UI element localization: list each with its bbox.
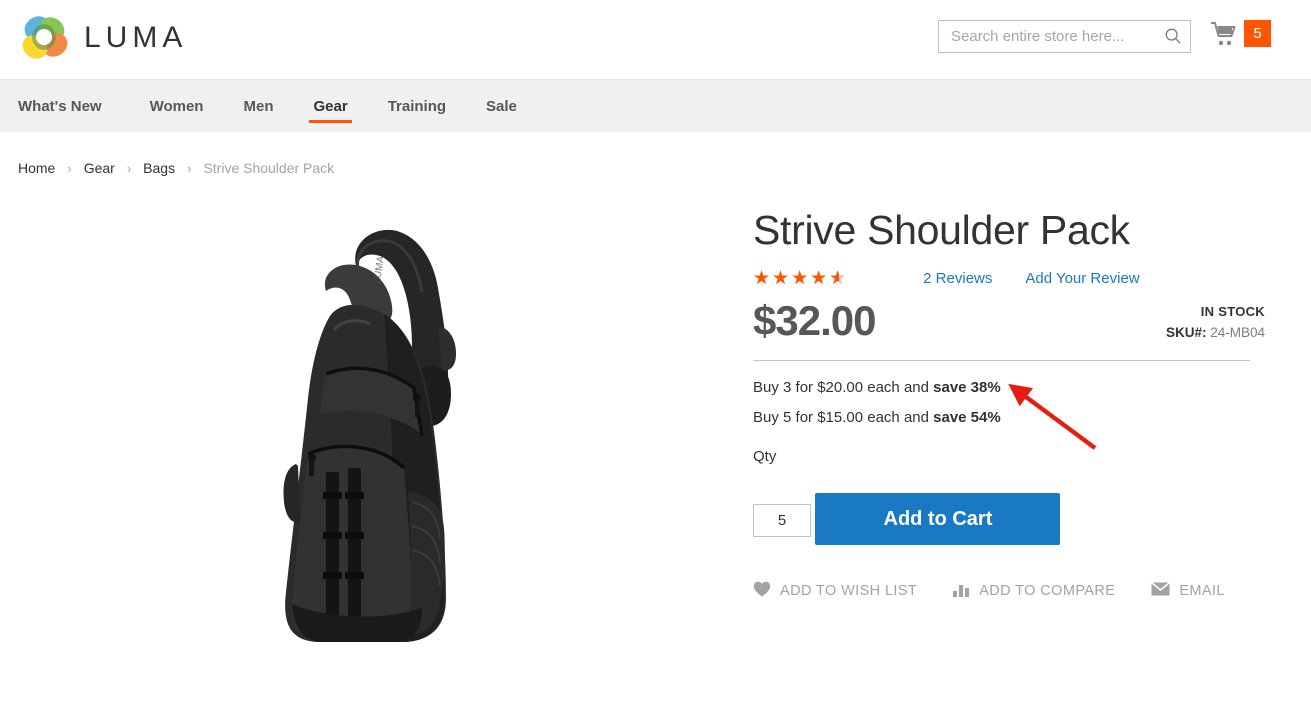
breadcrumb-separator: › (67, 160, 72, 176)
nav-item-whats-new[interactable]: What's New (18, 80, 130, 132)
breadcrumb-item-home[interactable]: Home (18, 160, 55, 176)
shopping-cart-icon[interactable] (1210, 21, 1238, 47)
nav-item-training[interactable]: Training (368, 80, 466, 132)
add-to-wishlist-label: ADD TO WISH LIST (780, 583, 918, 600)
tier-price-row: Buy 3 for $20.00 each and save 38% (753, 379, 1265, 396)
nav-item-women[interactable]: Women (130, 80, 224, 132)
qty-input[interactable] (753, 503, 811, 537)
tier-price-savings: save 54% (933, 409, 1001, 427)
breadcrumb-item-bags[interactable]: Bags (143, 160, 175, 176)
breadcrumb-separator: › (187, 160, 192, 176)
logo-link[interactable]: LUMA (18, 12, 187, 64)
product-sku: SKU#: 24-MB04 (1166, 325, 1265, 340)
cart-count-badge: 5 (1244, 20, 1271, 47)
reviews-count-link[interactable]: 2 Reviews (923, 270, 992, 287)
add-your-review-link[interactable]: Add Your Review (1025, 270, 1139, 287)
product-social-links: ADD TO WISH LIST ADD TO COMPARE EMAIL (753, 581, 1265, 601)
nav-item-sale[interactable]: Sale (466, 80, 537, 132)
site-header: LUMA 5 (0, 0, 1311, 80)
breadcrumb-item-gear[interactable]: Gear (84, 160, 115, 176)
tier-price-savings: save 38% (933, 379, 1001, 397)
product-main: LUMA Strive Shoulder Pack ★★★★★ ★★★★★ 2 … (0, 176, 1311, 656)
compare-bars-icon (953, 582, 970, 601)
email-label: EMAIL (1179, 583, 1225, 600)
tier-price-row: Buy 5 for $15.00 each and save 54% (753, 409, 1265, 426)
tier-price-list: Buy 3 for $20.00 each and save 38% Buy 5… (753, 379, 1265, 426)
add-to-wishlist-button[interactable]: ADD TO WISH LIST (753, 581, 917, 601)
luma-flower-logo (18, 12, 70, 64)
tier-price-text: Buy 5 for $15.00 each and (753, 409, 934, 427)
qty-label: Qty (753, 448, 777, 466)
product-price: $32.00 (753, 297, 876, 345)
search-input[interactable] (938, 20, 1191, 53)
add-to-cart-button[interactable]: Add to Cart (815, 493, 1061, 546)
mini-cart[interactable]: 5 (1210, 20, 1271, 47)
brand-name: LUMA (84, 21, 188, 54)
rating-summary: ★★★★★ ★★★★★ 2 Reviews Add Your Review (753, 269, 1265, 288)
nav-item-gear[interactable]: Gear (293, 80, 367, 132)
page-title: Strive Shoulder Pack (753, 207, 1130, 253)
star-rating[interactable]: ★★★★★ ★★★★★ (753, 269, 848, 288)
section-divider (753, 360, 1250, 362)
sku-label: SKU#: (1165, 325, 1207, 341)
search-box[interactable] (938, 20, 1191, 53)
email-button[interactable]: EMAIL (1151, 581, 1225, 600)
breadcrumb: Home › Gear › Bags › Strive Shoulder Pac… (0, 132, 1311, 176)
breadcrumb-item-current: Strive Shoulder Pack (203, 160, 335, 176)
envelope-icon (1151, 581, 1171, 600)
breadcrumb-separator: › (126, 160, 132, 176)
product-info: Strive Shoulder Pack ★★★★★ ★★★★★ 2 Revie… (745, 186, 1265, 656)
sku-value: 24-MB04 (1210, 325, 1265, 341)
search-icon[interactable] (1164, 27, 1182, 45)
product-gallery[interactable]: LUMA (0, 186, 745, 656)
status-badge: IN STOCK (1200, 304, 1265, 320)
product-image[interactable]: LUMA (207, 206, 538, 656)
star-rating-filled: ★★★★★ (753, 269, 839, 289)
nav-item-men[interactable]: Men (223, 80, 293, 132)
price-row: $32.00 IN STOCK SKU#: 24-MB04 (753, 300, 1265, 342)
add-to-compare-label: ADD TO COMPARE (979, 583, 1116, 600)
main-navigation: What's New Women Men Gear Training Sale (0, 80, 1311, 132)
stock-block: IN STOCK SKU#: 24-MB04 (1166, 304, 1265, 342)
heart-icon (753, 581, 771, 601)
add-to-compare-button[interactable]: ADD TO COMPARE (953, 582, 1115, 601)
tier-price-text: Buy 3 for $20.00 each and (753, 379, 934, 397)
